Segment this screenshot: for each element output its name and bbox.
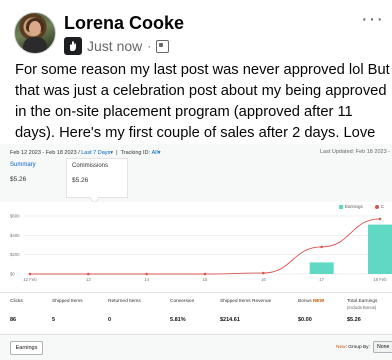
y-tick-label: $0 — [10, 272, 15, 277]
stat-sublabel: (Include Bonus) — [347, 305, 377, 310]
post-meta: Just now · — [64, 36, 170, 56]
clicks-point — [378, 217, 382, 221]
clicks-point — [320, 245, 323, 249]
post-header: Lorena Cooke Just now · ··· — [14, 8, 384, 56]
earnings-button[interactable]: Earnings — [10, 341, 43, 355]
y-tick-label: $400 — [10, 233, 20, 238]
date-range-caret-icon[interactable]: ▾ — [110, 150, 113, 156]
bonus-new-badge: NEW — [312, 299, 325, 304]
x-tick-label: 14 — [144, 277, 149, 282]
x-tick-label: 12 Feb — [23, 277, 37, 282]
stat-value: 5.81% — [170, 317, 186, 323]
stat-label-text: Bonus — [298, 299, 312, 304]
stat-label-text: Clicks — [10, 299, 23, 304]
earnings-bar — [368, 224, 392, 274]
clicks-point — [145, 272, 148, 276]
stat-value: 0 — [108, 317, 112, 323]
stat-label-text: Returned Items — [108, 299, 141, 304]
stat-value: $214.61 — [220, 317, 240, 323]
author-name[interactable]: Lorena Cooke — [64, 13, 184, 34]
group-by-text: Group By: — [348, 345, 370, 350]
clicks-point — [262, 271, 265, 275]
stat-label: Bonus NEW — [298, 299, 324, 304]
meta-separator: · — [147, 39, 152, 53]
stat-label-text: Conversion — [170, 299, 195, 304]
stat-label: Returned Items — [108, 299, 141, 304]
chart-svg: $0 $200 $400 $600 12 Feb 13 14 15 16 17 18 Feb — [10, 214, 392, 282]
stat-label-text: Shipped Items — [52, 299, 83, 304]
x-tick-label: 17 — [319, 277, 324, 282]
avatar-shirt — [23, 37, 47, 53]
summary-label: Summary — [10, 162, 36, 168]
avatar-face — [29, 21, 41, 36]
commissions-value: $5.26 — [72, 177, 89, 184]
x-tick-label: 16 — [261, 277, 266, 282]
x-tick-label: 13 — [86, 277, 91, 282]
y-tick-label: $200 — [10, 252, 20, 257]
dashboard-image: Feb 12 2023 - Feb 18 2023 / Last 7 Days … — [0, 144, 392, 360]
commissions-tab[interactable]: Commissions $5.26 — [66, 158, 128, 198]
stat-value: $5.26 — [347, 317, 361, 323]
stat-label-text: Total Earnings — [347, 299, 378, 304]
post-time[interactable]: Just now — [87, 38, 142, 54]
clicks-point — [28, 272, 32, 276]
summary-value: $5.26 — [10, 176, 27, 183]
group-by-select[interactable]: None — [373, 341, 392, 353]
stat-value: $0.00 — [298, 317, 312, 323]
stat-value: 5 — [52, 317, 56, 323]
stat-label: Shipped Items — [52, 299, 83, 304]
tracking-label: Tracking ID: — [120, 150, 151, 156]
earnings-bar — [309, 262, 334, 274]
stat-label: Clicks — [10, 299, 23, 304]
more-options-button[interactable]: ··· — [361, 8, 384, 31]
stat-label-text: Shipped Items Revenue — [220, 299, 272, 304]
avatar[interactable] — [14, 12, 56, 54]
clicks-point — [203, 272, 207, 276]
stats-row: Clicks 86 Shipped Items 5 Returned Items 0 Con… — [0, 292, 392, 333]
group-new-badge: New: — [336, 345, 347, 350]
hand-badge-icon[interactable] — [64, 37, 82, 55]
audience-icon[interactable] — [156, 39, 170, 53]
last-updated: Last Updated: Feb 18 2023 - — [319, 149, 390, 155]
stat-label: Shipped Items Revenue — [220, 299, 271, 304]
stat-value: 86 — [10, 317, 17, 323]
stat-label: Total Earnings — [347, 299, 377, 304]
x-tick-label: 15 — [203, 277, 208, 282]
earnings-chart: Earnings C $0 $200 $400 $600 12 Feb 13 14 15 16 1… — [0, 202, 392, 292]
tracking-caret-icon[interactable]: ▾ — [158, 150, 161, 156]
clicks-point — [87, 272, 90, 276]
y-tick-label: $600 — [10, 214, 20, 219]
x-tick-label: 18 Feb — [373, 277, 387, 282]
bottom-bar: Earnings New: Group By: None — [0, 334, 392, 360]
stat-label: Conversion — [170, 299, 194, 304]
date-range-prefix: Feb 12 2023 - Feb 18 2023 / — [10, 150, 80, 156]
commissions-label: Commissions — [72, 163, 109, 169]
dashboard-top-bar: Feb 12 2023 - Feb 18 2023 / Last 7 Days … — [10, 149, 390, 156]
group-by-label: New: Group By: — [336, 345, 370, 350]
date-range-link[interactable]: Last 7 Days — [81, 150, 110, 156]
summary-tab[interactable]: Summary $5.26 — [10, 160, 65, 198]
